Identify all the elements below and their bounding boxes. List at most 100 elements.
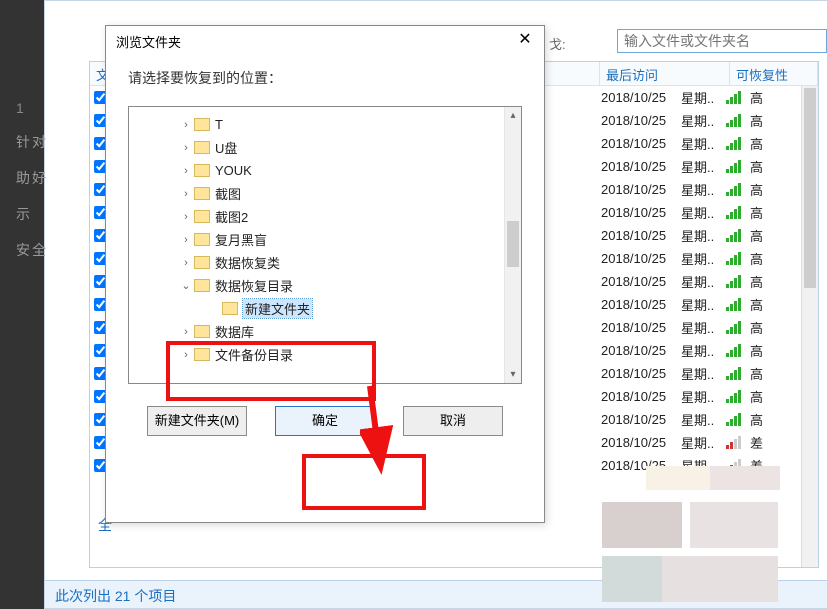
- expand-caret-icon[interactable]: ›: [179, 234, 193, 246]
- folder-icon: [194, 141, 210, 154]
- file-date: 2018/10/25: [601, 136, 681, 151]
- expand-caret-icon[interactable]: ›: [179, 326, 193, 338]
- folder-tree[interactable]: ›T›U盘›YOUK›截图›截图2›复月黑盲›数据恢复类⌄数据恢复目录新建文件夹…: [128, 106, 522, 384]
- file-date: 2018/10/25: [601, 90, 681, 105]
- folder-icon: [194, 348, 210, 361]
- tree-node-label: T: [215, 117, 223, 132]
- signal-icon: [726, 344, 750, 357]
- file-date: 2018/10/25: [601, 366, 681, 381]
- signal-icon: [726, 137, 750, 150]
- file-weekday: 星期..: [681, 249, 726, 268]
- file-weekday: 星期..: [681, 387, 726, 406]
- folder-icon: [194, 187, 210, 200]
- expand-caret-icon[interactable]: ›: [179, 142, 193, 154]
- tree-node[interactable]: › 截图: [129, 182, 521, 205]
- tree-node-label: 截图: [215, 184, 241, 203]
- censored-block: [602, 502, 682, 548]
- ok-button[interactable]: 确定: [275, 406, 375, 436]
- signal-icon: [726, 436, 750, 449]
- scrollbar-thumb[interactable]: [804, 88, 816, 288]
- new-folder-button[interactable]: 新建文件夹(M): [147, 406, 247, 436]
- file-weekday: 星期..: [681, 203, 726, 222]
- folder-icon: [194, 233, 210, 246]
- file-date: 2018/10/25: [601, 435, 681, 450]
- signal-icon: [726, 160, 750, 173]
- recoverability: 高: [750, 410, 763, 429]
- file-weekday: 星期..: [681, 272, 726, 291]
- file-date: 2018/10/25: [601, 251, 681, 266]
- folder-icon: [222, 302, 238, 315]
- signal-icon: [726, 321, 750, 334]
- file-date: 2018/10/25: [601, 113, 681, 128]
- recoverability: 差: [750, 433, 763, 452]
- file-date: 2018/10/25: [601, 274, 681, 289]
- recoverability: 高: [750, 134, 763, 153]
- expand-caret-icon[interactable]: ›: [179, 165, 193, 177]
- scroll-down-icon[interactable]: ▾: [505, 366, 521, 383]
- dialog-prompt: 请选择要恢复到的位置：: [128, 68, 522, 88]
- search-input[interactable]: [617, 29, 827, 53]
- recoverability: 高: [750, 226, 763, 245]
- censored-block: [662, 556, 778, 602]
- folder-icon: [194, 118, 210, 131]
- signal-icon: [726, 229, 750, 242]
- file-weekday: 星期..: [681, 180, 726, 199]
- expand-caret-icon[interactable]: ›: [179, 119, 193, 131]
- close-button[interactable]: ✕: [514, 30, 536, 52]
- tree-node[interactable]: › 文件备份目录: [129, 343, 521, 366]
- expand-caret-icon[interactable]: ›: [179, 349, 193, 361]
- file-weekday: 星期..: [681, 341, 726, 360]
- file-scrollbar[interactable]: [801, 86, 818, 567]
- recoverability: 高: [750, 272, 763, 291]
- tree-node[interactable]: › YOUK: [129, 159, 521, 182]
- expand-caret-icon[interactable]: ›: [179, 257, 193, 269]
- censored-block: [646, 466, 710, 490]
- scroll-up-icon[interactable]: ▴: [505, 107, 521, 124]
- file-date: 2018/10/25: [601, 205, 681, 220]
- folder-icon: [194, 325, 210, 338]
- signal-icon: [726, 298, 750, 311]
- file-date: 2018/10/25: [601, 389, 681, 404]
- tree-node[interactable]: ›数据库: [129, 320, 521, 343]
- col-recoverability[interactable]: 可恢复性: [730, 62, 818, 85]
- expand-caret-icon[interactable]: ›: [179, 188, 193, 200]
- tree-node[interactable]: › 数据恢复类: [129, 251, 521, 274]
- cancel-button[interactable]: 取消: [403, 406, 503, 436]
- expand-caret-icon[interactable]: ›: [179, 211, 193, 223]
- file-date: 2018/10/25: [601, 412, 681, 427]
- col-last-access[interactable]: 最后访问: [600, 62, 730, 85]
- recoverability: 高: [750, 249, 763, 268]
- file-weekday: 星期..: [681, 111, 726, 130]
- tree-node[interactable]: ›截图2: [129, 205, 521, 228]
- file-weekday: 星期..: [681, 157, 726, 176]
- left-panel-fragment: 1 针对 助好 示 安全: [16, 100, 48, 276]
- expand-caret-icon[interactable]: ⌄: [179, 279, 193, 292]
- search-label: 戈:: [549, 34, 566, 53]
- tree-node-label: 新建文件夹: [243, 299, 312, 318]
- tree-scrollbar[interactable]: ▴ ▾: [504, 107, 521, 383]
- file-weekday: 星期..: [681, 318, 726, 337]
- browse-folder-dialog: 浏览文件夹 ✕ 请选择要恢复到的位置： ›T›U盘›YOUK›截图›截图2›复月…: [105, 25, 545, 523]
- file-weekday: 星期..: [681, 134, 726, 153]
- tree-node-label: 文件备份目录: [215, 345, 293, 364]
- recoverability: 高: [750, 180, 763, 199]
- tree-node-label: YOUK: [215, 163, 252, 178]
- tree-scrollbar-thumb[interactable]: [507, 221, 519, 267]
- file-date: 2018/10/25: [601, 228, 681, 243]
- tree-node[interactable]: 新建文件夹: [129, 297, 521, 320]
- recoverability: 高: [750, 364, 763, 383]
- tree-node-label: U盘: [215, 138, 237, 157]
- signal-icon: [726, 206, 750, 219]
- folder-icon: [194, 279, 210, 292]
- file-weekday: 星期..: [681, 433, 726, 452]
- tree-node[interactable]: ⌄数据恢复目录: [129, 274, 521, 297]
- tree-node[interactable]: › U盘: [129, 136, 521, 159]
- tree-node[interactable]: ›复月黑盲: [129, 228, 521, 251]
- recoverability: 高: [750, 318, 763, 337]
- signal-icon: [726, 114, 750, 127]
- recoverability: 高: [750, 203, 763, 222]
- folder-icon: [194, 256, 210, 269]
- tree-node-label: 数据恢复类: [215, 253, 280, 272]
- censored-block: [710, 466, 780, 490]
- tree-node[interactable]: ›T: [129, 113, 521, 136]
